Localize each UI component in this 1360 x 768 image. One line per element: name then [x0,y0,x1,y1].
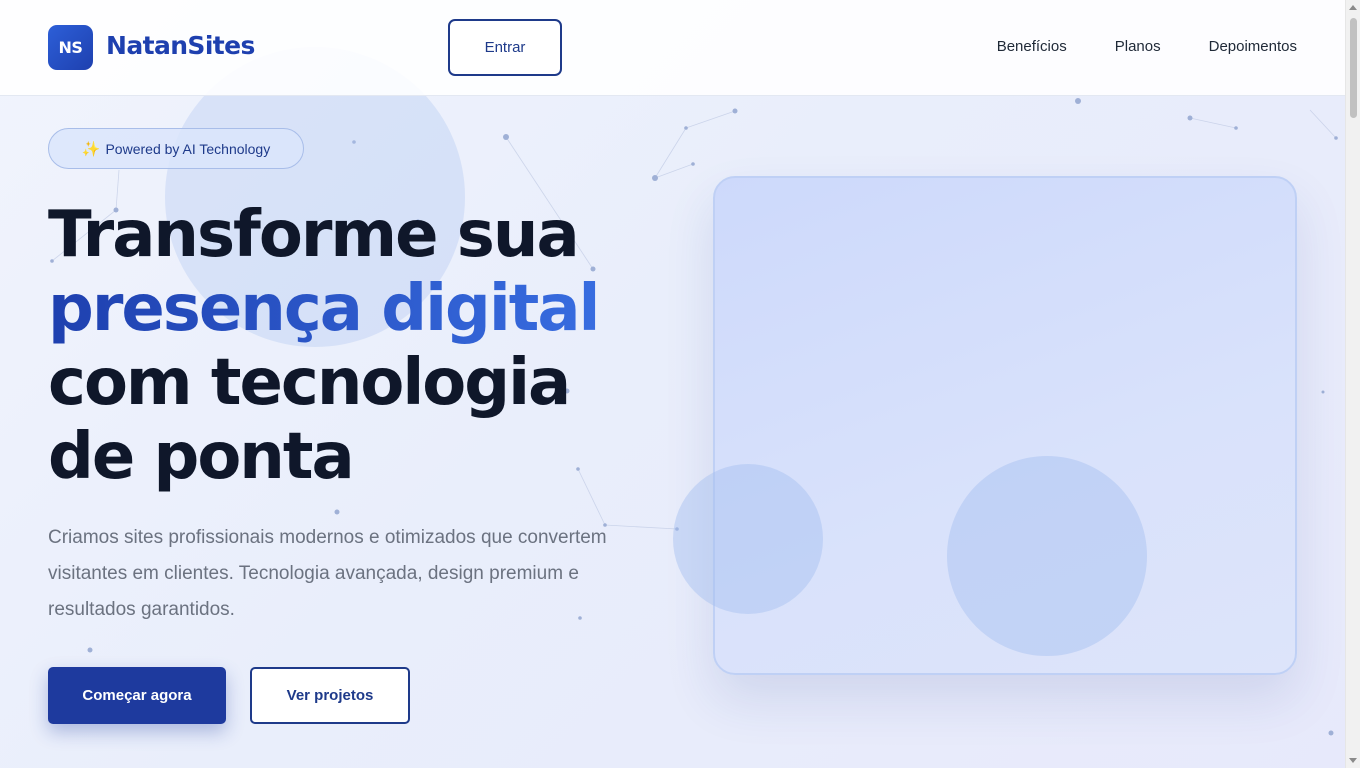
brand-name[interactable]: NatanSites [106,31,255,60]
hero-description: Criamos sites profissionais modernos e o… [48,527,607,620]
hero-title-line4: de ponta [48,420,355,494]
page-scrollbar[interactable] [1345,0,1360,768]
site-header: NS NatanSites Entrar Benefícios Planos D… [0,0,1345,96]
scrollbar-thumb[interactable] [1350,18,1357,118]
start-now-button[interactable]: Começar agora [48,667,226,724]
view-projects-button[interactable]: Ver projetos [250,667,410,724]
main-nav: Benefícios Planos Depoimentos [997,38,1297,55]
hero-title-highlight: presença digital [48,272,668,346]
ai-badge: ✨ Powered by AI Technology [48,128,304,169]
badge-label: Powered by AI Technology [105,140,271,157]
hero-title-line1: Transforme sua [48,198,580,272]
nav-item-beneficios[interactable]: Benefícios [997,38,1067,55]
scroll-down-icon[interactable] [1349,758,1357,763]
hero-title-line3: com tecnologia [48,346,571,420]
sparkles-icon: ✨ [81,140,101,158]
login-button[interactable]: Entrar [448,19,562,76]
logo-mark[interactable]: NS [48,25,93,70]
hero-title: Transforme sua presença digital com tecn… [48,198,668,494]
scroll-up-icon[interactable] [1349,5,1357,10]
decorative-circle-large [947,456,1147,656]
decorative-circle-small [673,464,823,614]
nav-item-depoimentos[interactable]: Depoimentos [1209,38,1297,55]
nav-item-planos[interactable]: Planos [1115,38,1161,55]
